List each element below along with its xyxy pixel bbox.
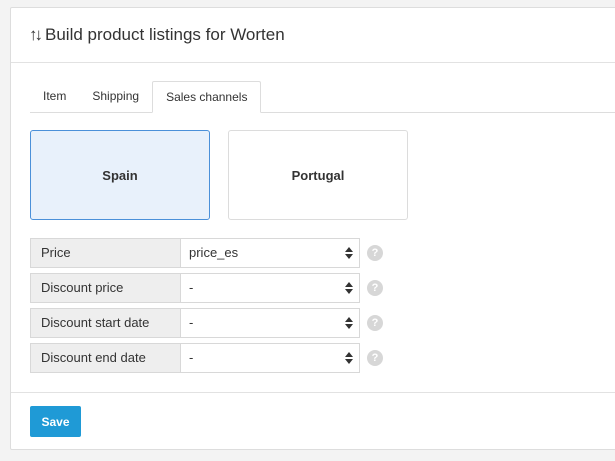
select-value: price_es [189,245,239,260]
page-title-text: Build product listings for Worten [45,25,285,44]
panel-header: ↑↓ Build product listings for Worten [11,8,615,63]
tab-shipping[interactable]: Shipping [79,81,152,113]
tab-bar: Item Shipping Sales channels [30,81,615,113]
select-value: - [189,280,194,295]
channel-card-portugal[interactable]: Portugal [228,130,408,220]
channel-label: Spain [102,167,138,183]
help-icon[interactable]: ? [367,350,383,366]
help-icon[interactable]: ? [367,280,383,296]
footer-divider [11,392,615,393]
select-caret-icon [345,352,353,364]
discount-end-date-select[interactable]: - [180,343,360,373]
channel-card-spain[interactable]: Spain [30,130,210,220]
select-value: - [189,350,194,365]
channel-label: Portugal [291,167,345,183]
select-caret-icon [345,282,353,294]
sort-arrows-icon: ↑↓ [29,25,43,44]
discount-price-select[interactable]: - [180,273,360,303]
price-select[interactable]: price_es [180,238,360,268]
field-label: Price [30,238,180,268]
field-row-discount-start-date: Discount start date - ? [30,308,383,338]
field-label: Discount price [30,273,180,303]
tab-sales-channels[interactable]: Sales channels [152,81,262,113]
tab-item[interactable]: Item [30,81,79,113]
field-row-discount-end-date: Discount end date - ? [30,343,383,373]
select-value: - [189,315,194,330]
discount-start-date-select[interactable]: - [180,308,360,338]
field-row-price: Price price_es ? [30,238,383,268]
help-icon[interactable]: ? [367,245,383,261]
select-caret-icon [345,317,353,329]
select-caret-icon [345,247,353,259]
field-label: Discount end date [30,343,180,373]
field-mapping-list: Price price_es ? Discount price - ? Disc… [30,238,383,378]
field-label: Discount start date [30,308,180,338]
listing-panel: ↑↓ Build product listings for Worten Ite… [10,7,615,450]
page-title: ↑↓ Build product listings for Worten [29,25,285,45]
help-icon[interactable]: ? [367,315,383,331]
save-button[interactable]: Save [30,406,81,437]
field-row-discount-price: Discount price - ? [30,273,383,303]
